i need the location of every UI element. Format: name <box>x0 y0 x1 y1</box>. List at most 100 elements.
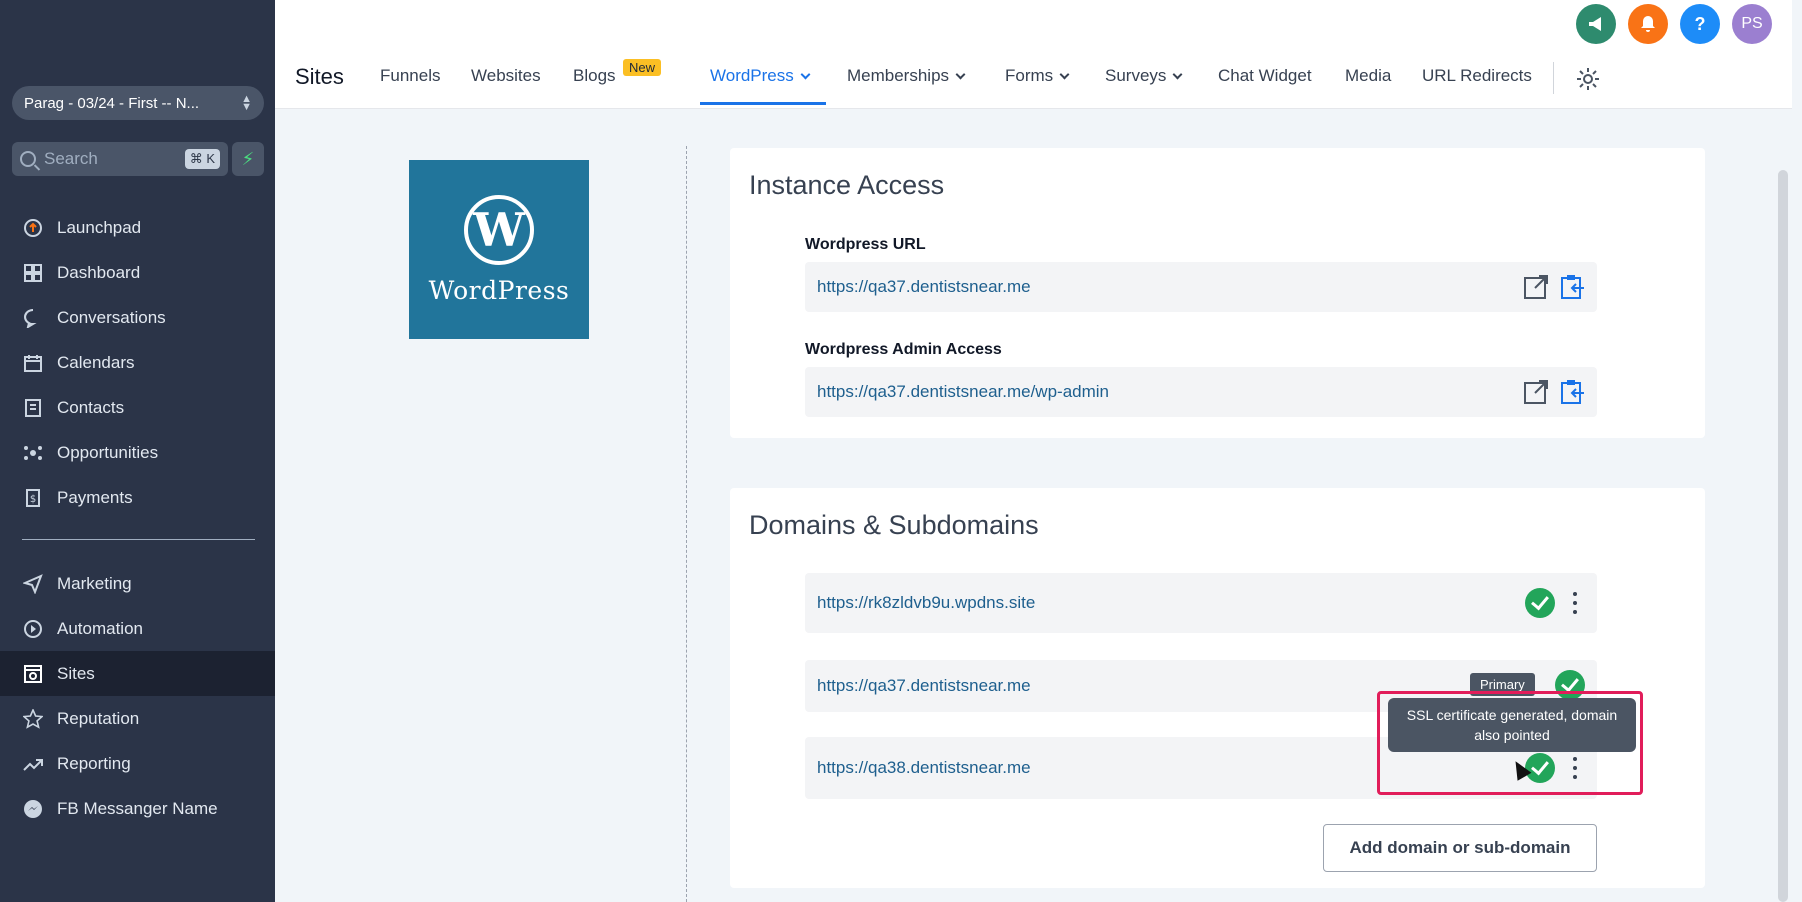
wordpress-admin-row: https://qa37.dentistsnear.me/wp-admin <box>805 367 1597 417</box>
check-circle-icon[interactable] <box>1525 588 1555 618</box>
sidebar-item-label: Conversations <box>57 307 166 327</box>
sidebar-item-label: Calendars <box>57 352 135 372</box>
chevron-down-icon <box>1059 69 1070 79</box>
tab-label: URL Redirects <box>1422 66 1532 85</box>
sidebar-item-sites[interactable]: Sites <box>0 651 275 696</box>
tab-label: Websites <box>471 66 541 85</box>
tab-chat-widget[interactable]: Chat Widget <box>1218 66 1312 86</box>
chevron-down-icon <box>955 69 966 79</box>
tab-label: Surveys <box>1105 66 1167 85</box>
payments-icon: $ <box>22 487 44 509</box>
avatar[interactable]: PS <box>1732 4 1772 44</box>
sidebar-item-conversations[interactable]: Conversations <box>0 295 275 340</box>
chevron-down-icon <box>800 69 811 79</box>
sidebar-item-marketing[interactable]: Marketing <box>0 561 275 606</box>
domain-row: https://rk8zldvb9u.wpdns.site <box>805 573 1597 633</box>
sidebar-item-opportunities[interactable]: Opportunities <box>0 430 275 475</box>
domain-link[interactable]: https://rk8zldvb9u.wpdns.site <box>817 593 1035 613</box>
updown-chevron-icon: ▲ ▼ <box>241 93 252 113</box>
sidebar-item-automation[interactable]: Automation <box>0 606 275 651</box>
tab-blogs[interactable]: Blogs <box>573 66 616 86</box>
secondary-nav: Marketing Automation Sites Reputation Re… <box>0 561 275 831</box>
open-external-icon[interactable] <box>1523 274 1549 300</box>
tab-label: Media <box>1345 66 1392 85</box>
svg-text:W: W <box>472 203 526 257</box>
shortcut-badge: ⌘ K <box>184 149 220 169</box>
open-external-icon[interactable] <box>1523 379 1549 405</box>
sidebar-item-fb-messenger[interactable]: FB Messanger Name <box>0 786 275 831</box>
launchpad-icon <box>22 217 44 239</box>
sidebar-item-label: Contacts <box>57 397 125 417</box>
ssl-tooltip: SSL certificate generated, domain also p… <box>1388 698 1636 752</box>
sidebar-item-reporting[interactable]: Reporting <box>0 741 275 786</box>
sidebar-item-contacts[interactable]: Contacts <box>0 385 275 430</box>
notification-bell-icon[interactable] <box>1628 4 1668 44</box>
copy-clipboard-icon[interactable] <box>1559 379 1585 405</box>
send-icon <box>22 573 44 595</box>
sidebar-divider <box>22 539 255 540</box>
tab-websites[interactable]: Websites <box>471 66 541 86</box>
tab-url-redirects[interactable]: URL Redirects <box>1422 66 1532 86</box>
kebab-menu-icon[interactable] <box>1565 592 1585 614</box>
help-icon[interactable]: ? <box>1680 4 1720 44</box>
sidebar-item-payments[interactable]: $ Payments <box>0 475 275 520</box>
instance-access-title: Instance Access <box>749 170 945 200</box>
sidebar-item-label: FB Messanger Name <box>57 798 218 818</box>
sidebar-item-dashboard[interactable]: Dashboard <box>0 250 275 295</box>
domain-link[interactable]: https://qa38.dentistsnear.me <box>817 758 1031 778</box>
wordpress-url-label: Wordpress URL <box>805 236 926 253</box>
svg-text:$: $ <box>30 494 36 505</box>
account-name: Parag - 03/24 - First -- N... <box>24 94 200 112</box>
sidebar-item-label: Launchpad <box>57 217 142 237</box>
tab-label: Memberships <box>847 66 950 85</box>
tab-wordpress[interactable]: WordPress <box>710 66 811 86</box>
wordpress-url-link[interactable]: https://qa37.dentistsnear.me <box>817 277 1031 297</box>
automation-icon <box>22 618 44 640</box>
sidebar-item-label: Opportunities <box>57 442 159 462</box>
sidebar: Parag - 03/24 - First -- N... ▲ ▼ Search … <box>0 0 275 902</box>
sidebar-item-label: Marketing <box>57 573 132 593</box>
opportunities-icon <box>22 442 44 464</box>
top-header: Sites Funnels Websites Blogs WordPress M… <box>275 0 1792 109</box>
domains-title: Domains & Subdomains <box>749 510 1039 540</box>
search-placeholder: Search <box>44 149 98 168</box>
sidebar-item-launchpad[interactable]: Launchpad <box>0 205 275 250</box>
header-divider <box>1553 62 1554 94</box>
main-nav: Launchpad Dashboard Conversations Calend… <box>0 205 275 520</box>
wordpress-logo-text: WordPress <box>428 276 570 305</box>
search-input[interactable]: Search ⌘ K <box>12 142 228 176</box>
wordpress-admin-link[interactable]: https://qa37.dentistsnear.me/wp-admin <box>817 382 1109 402</box>
tab-label: Chat Widget <box>1218 66 1312 85</box>
chevron-down-icon <box>1172 69 1183 79</box>
tab-label: Blogs <box>573 66 616 85</box>
dashboard-icon <box>22 262 44 284</box>
vertical-divider <box>686 146 687 902</box>
new-badge: New <box>623 59 662 76</box>
calendar-icon <box>22 352 44 374</box>
tab-label: Forms <box>1005 66 1054 85</box>
sidebar-item-label: Reporting <box>57 753 131 773</box>
scrollbar[interactable] <box>1778 170 1788 902</box>
tab-funnels[interactable]: Funnels <box>380 66 440 86</box>
star-icon <box>22 708 44 730</box>
add-domain-button[interactable]: Add domain or sub-domain <box>1323 824 1597 872</box>
account-switcher[interactable]: Parag - 03/24 - First -- N... ▲ ▼ <box>12 86 264 120</box>
domain-link[interactable]: https://qa37.dentistsnear.me <box>817 676 1031 696</box>
sidebar-item-label: Sites <box>57 663 95 683</box>
gear-icon[interactable] <box>1575 66 1601 92</box>
announcement-icon[interactable] <box>1576 4 1616 44</box>
tab-label: Funnels <box>380 66 441 85</box>
copy-clipboard-icon[interactable] <box>1559 274 1585 300</box>
tab-forms[interactable]: Forms <box>1005 66 1070 86</box>
sidebar-item-reputation[interactable]: Reputation <box>0 696 275 741</box>
quick-action-bolt-icon[interactable]: ⚡ <box>232 142 264 176</box>
search-icon <box>20 151 36 167</box>
sidebar-item-calendars[interactable]: Calendars <box>0 340 275 385</box>
sidebar-item-label: Automation <box>57 618 143 638</box>
tab-label: WordPress <box>710 66 794 85</box>
tab-media[interactable]: Media <box>1345 66 1391 86</box>
wordpress-w-icon: W <box>464 195 534 265</box>
tab-memberships[interactable]: Memberships <box>847 66 966 86</box>
tab-surveys[interactable]: Surveys <box>1105 66 1183 86</box>
wordpress-url-row: https://qa37.dentistsnear.me <box>805 262 1597 312</box>
